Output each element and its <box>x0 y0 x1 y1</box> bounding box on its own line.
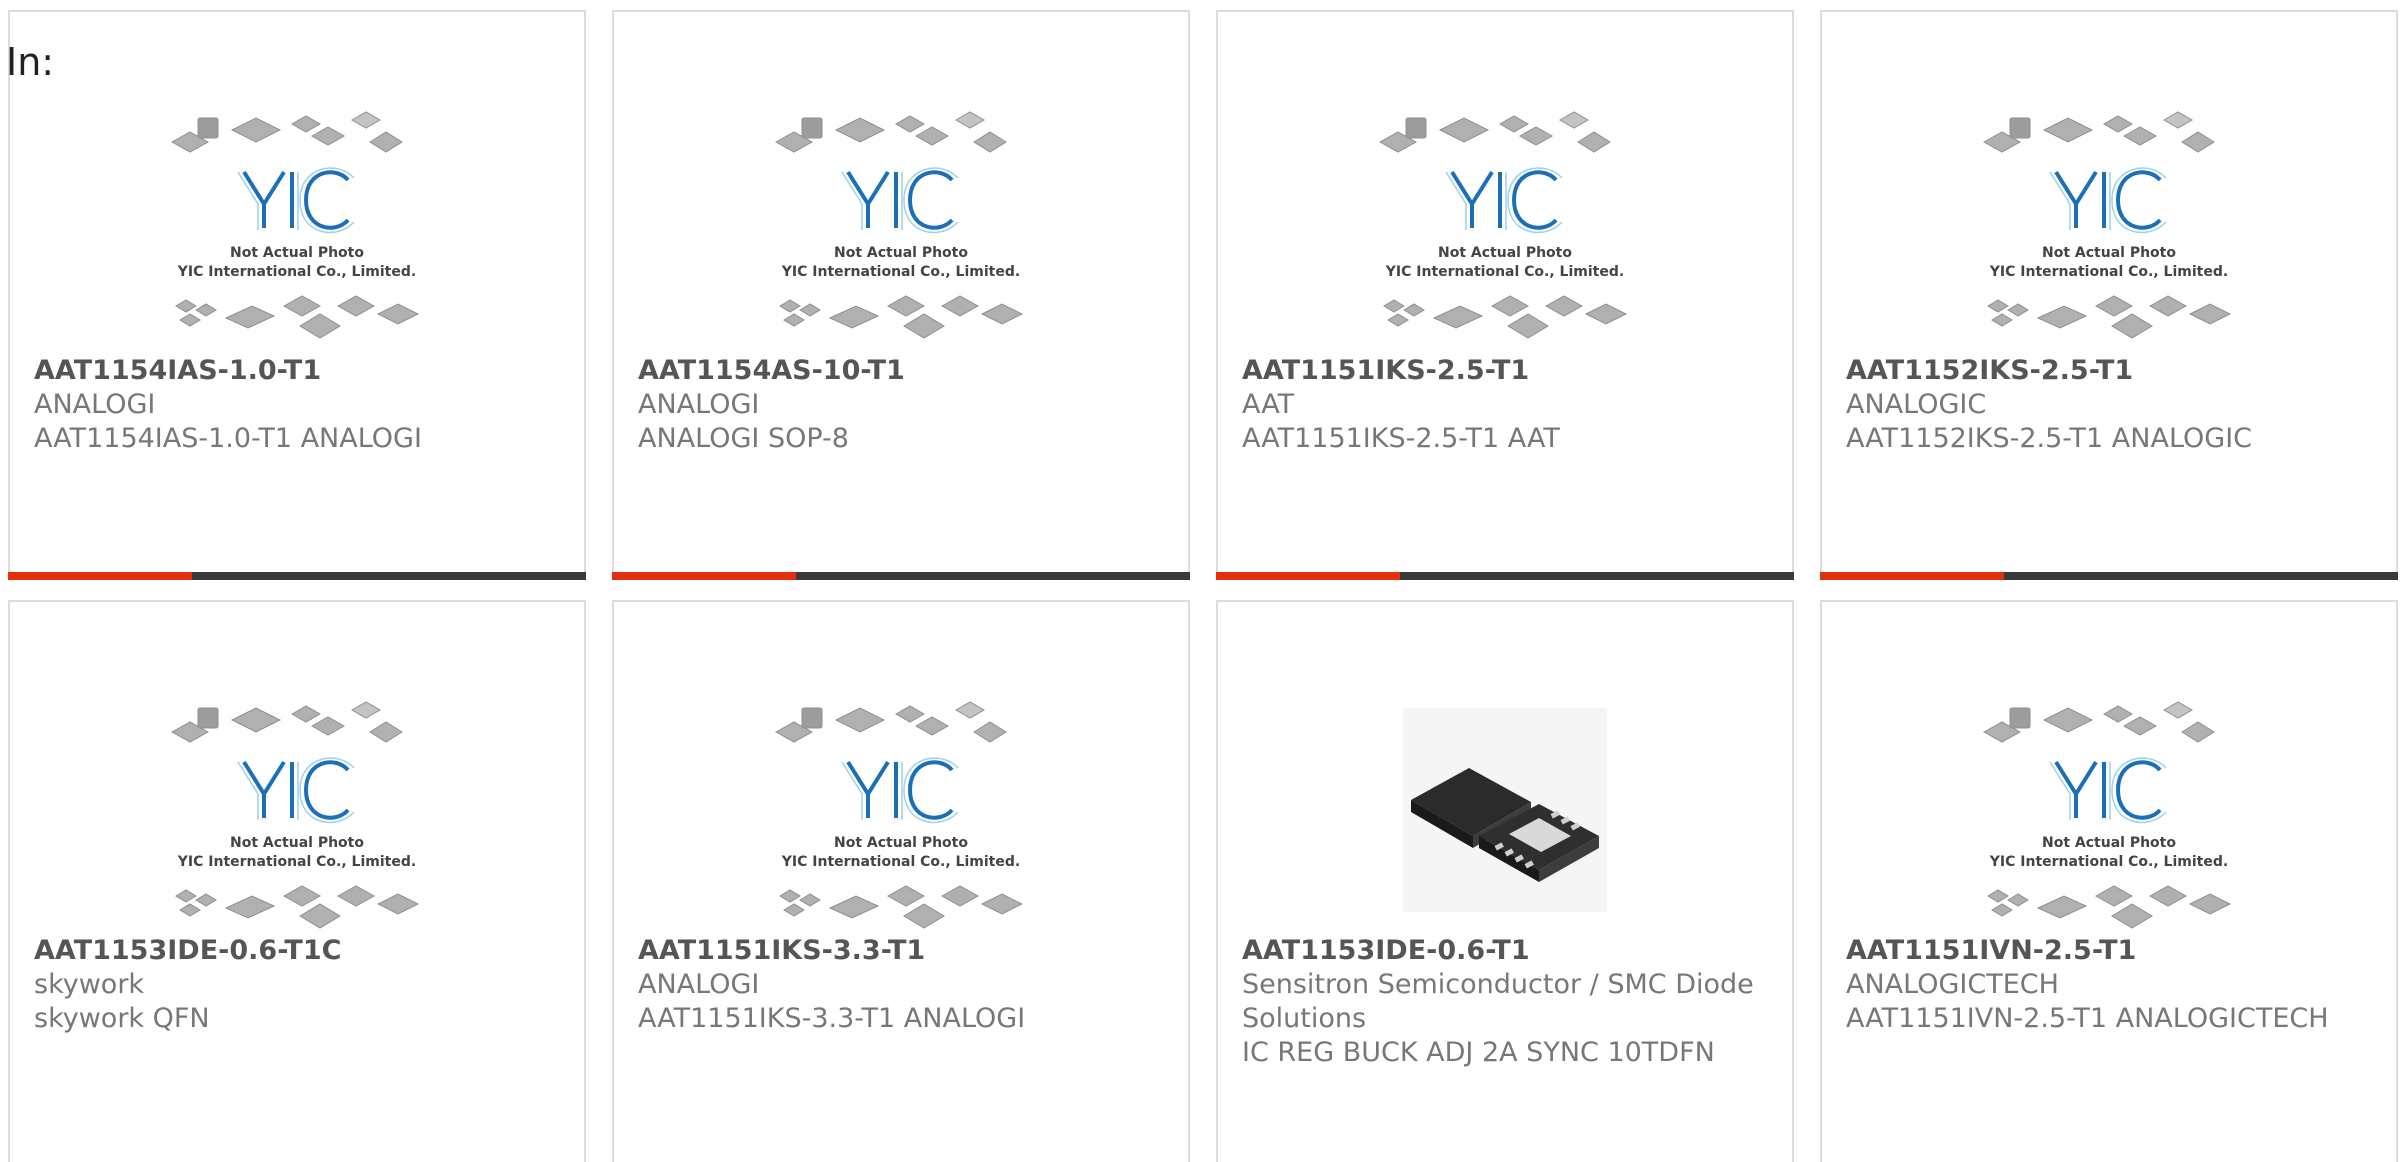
card-bar-accent <box>612 572 796 580</box>
manufacturer: skywork <box>34 969 145 1000</box>
product-info: AAT1151IVN-2.5-T1 ANALOGICTECH AAT1151IVN-… <box>1846 934 2378 1036</box>
manufacturer: Sensitron Semiconductor / SMC Diode Solu… <box>1242 969 1754 1034</box>
product-thumbnail[interactable]: Not Actual Photo YIC International Co., … <box>1822 690 2396 930</box>
product-thumbnail[interactable]: Not Actual Photo YIC International Co., … <box>614 100 1188 340</box>
manufacturer: ANALOGIC <box>1846 389 1987 420</box>
placeholder-line2: YIC International Co., Limited. <box>177 264 416 280</box>
placeholder-line1: Not Actual Photo <box>230 245 364 261</box>
yic-placeholder-image: Not Actual Photo YIC International Co., … <box>1378 111 1628 339</box>
placeholder-line1: Not Actual Photo <box>2042 835 2176 851</box>
product-info: AAT1153IDE-0.6-T1 Sensitron Semiconductor… <box>1242 934 1774 1070</box>
product-thumbnail[interactable] <box>1218 690 1792 930</box>
yic-placeholder-image: Not Actual Photo YIC International Co., … <box>170 111 420 339</box>
product-thumbnail[interactable]: Not Actual Photo YIC International Co., … <box>10 690 584 930</box>
part-number-link[interactable]: AAT1151IKS-3.3-T1 <box>638 934 1170 968</box>
card-bottom-bar <box>1820 572 2398 580</box>
product-info: AAT1153IDE-0.6-T1C skywork skywork QFN <box>34 934 566 1036</box>
yic-placeholder-image: Not Actual Photo YIC International Co., … <box>1982 701 2232 929</box>
tdfn-chip-image <box>1403 708 1607 912</box>
product-card[interactable]: Not Actual Photo YIC International Co., … <box>8 600 586 1162</box>
placeholder-line1: Not Actual Photo <box>834 245 968 261</box>
card-bar-accent <box>8 572 192 580</box>
yic-placeholder-image: Not Actual Photo YIC International Co., … <box>1982 111 2232 339</box>
placeholder-line2: YIC International Co., Limited. <box>1989 854 2228 870</box>
placeholder-line1: Not Actual Photo <box>1438 245 1572 261</box>
part-number-link[interactable]: AAT1154AS-10-T1 <box>638 354 1170 388</box>
placeholder-line2: YIC International Co., Limited. <box>177 854 416 870</box>
manufacturer: ANALOGI <box>638 389 760 420</box>
in-label: In: <box>6 40 55 84</box>
product-description: ANALOGI SOP-8 <box>638 423 849 454</box>
product-description: AAT1154IAS-1.0-T1 ANALOGI <box>34 423 422 454</box>
product-description: IC REG BUCK ADJ 2A SYNC 10TDFN <box>1242 1037 1715 1068</box>
product-card[interactable]: Not Actual Photo YIC International Co., … <box>612 10 1190 580</box>
product-thumbnail[interactable]: Not Actual Photo YIC International Co., … <box>1822 100 2396 340</box>
placeholder-line2: YIC International Co., Limited. <box>781 854 1020 870</box>
manufacturer: AAT <box>1242 389 1295 420</box>
yic-placeholder-image: Not Actual Photo YIC International Co., … <box>774 701 1024 929</box>
card-bottom-bar <box>612 572 1190 580</box>
part-number-link[interactable]: AAT1153IDE-0.6-T1C <box>34 934 566 968</box>
product-info: AAT1151IKS-2.5-T1 AAT AAT1151IKS-2.5-T1 AA… <box>1242 354 1774 456</box>
product-info: AAT1151IKS-3.3-T1 ANALOGI AAT1151IKS-3.3-T… <box>638 934 1170 1036</box>
card-bar-accent <box>1216 572 1400 580</box>
placeholder-line2: YIC International Co., Limited. <box>781 264 1020 280</box>
product-info: AAT1154IAS-1.0-T1 ANALOGI AAT1154IAS-1.0-T… <box>34 354 566 456</box>
card-bottom-bar <box>8 572 586 580</box>
product-grid-page: In: Not Actual Photo YIC International C… <box>0 0 2400 1162</box>
manufacturer: ANALOGICTECH <box>1846 969 2059 1000</box>
card-bar-accent <box>1820 572 2004 580</box>
part-number-link[interactable]: AAT1151IVN-2.5-T1 <box>1846 934 2378 968</box>
product-description: skywork QFN <box>34 1003 210 1034</box>
product-card[interactable]: Not Actual Photo YIC International Co., … <box>1216 10 1794 580</box>
product-card[interactable]: Not Actual Photo YIC International Co., … <box>612 600 1190 1162</box>
placeholder-line1: Not Actual Photo <box>230 835 364 851</box>
card-bottom-bar <box>1216 572 1794 580</box>
product-card[interactable]: Not Actual Photo YIC International Co., … <box>1820 600 2398 1162</box>
product-description: AAT1151IKS-3.3-T1 ANALOGI <box>638 1003 1026 1034</box>
placeholder-line1: Not Actual Photo <box>834 835 968 851</box>
part-number-link[interactable]: AAT1154IAS-1.0-T1 <box>34 354 566 388</box>
yic-placeholder-image: Not Actual Photo YIC International Co., … <box>774 111 1024 339</box>
product-thumbnail[interactable]: Not Actual Photo YIC International Co., … <box>1218 100 1792 340</box>
product-card[interactable]: AAT1153IDE-0.6-T1 Sensitron Semiconductor… <box>1216 600 1794 1162</box>
part-number-link[interactable]: AAT1151IKS-2.5-T1 <box>1242 354 1774 388</box>
placeholder-line2: YIC International Co., Limited. <box>1989 264 2228 280</box>
product-info: AAT1154AS-10-T1 ANALOGI ANALOGI SOP-8 <box>638 354 1170 456</box>
part-number-link[interactable]: AAT1152IKS-2.5-T1 <box>1846 354 2378 388</box>
placeholder-line2: YIC International Co., Limited. <box>1385 264 1624 280</box>
product-description: AAT1152IKS-2.5-T1 ANALOGIC <box>1846 423 2253 454</box>
product-info: AAT1152IKS-2.5-T1 ANALOGIC AAT1152IKS-2.5-… <box>1846 354 2378 456</box>
product-thumbnail[interactable]: Not Actual Photo YIC International Co., … <box>614 690 1188 930</box>
product-thumbnail[interactable]: Not Actual Photo YIC International Co., … <box>10 100 584 340</box>
placeholder-line1: Not Actual Photo <box>2042 245 2176 261</box>
product-card[interactable]: Not Actual Photo YIC International Co., … <box>1820 10 2398 580</box>
part-number-link[interactable]: AAT1153IDE-0.6-T1 <box>1242 934 1774 968</box>
product-card[interactable]: Not Actual Photo YIC International Co., … <box>8 10 586 580</box>
product-description: AAT1151IVN-2.5-T1 ANALOGICTECH <box>1846 1003 2329 1034</box>
manufacturer: ANALOGI <box>638 969 760 1000</box>
product-description: AAT1151IKS-2.5-T1 AAT <box>1242 423 1560 454</box>
yic-placeholder-image: Not Actual Photo YIC International Co., … <box>170 701 420 929</box>
manufacturer: ANALOGI <box>34 389 156 420</box>
